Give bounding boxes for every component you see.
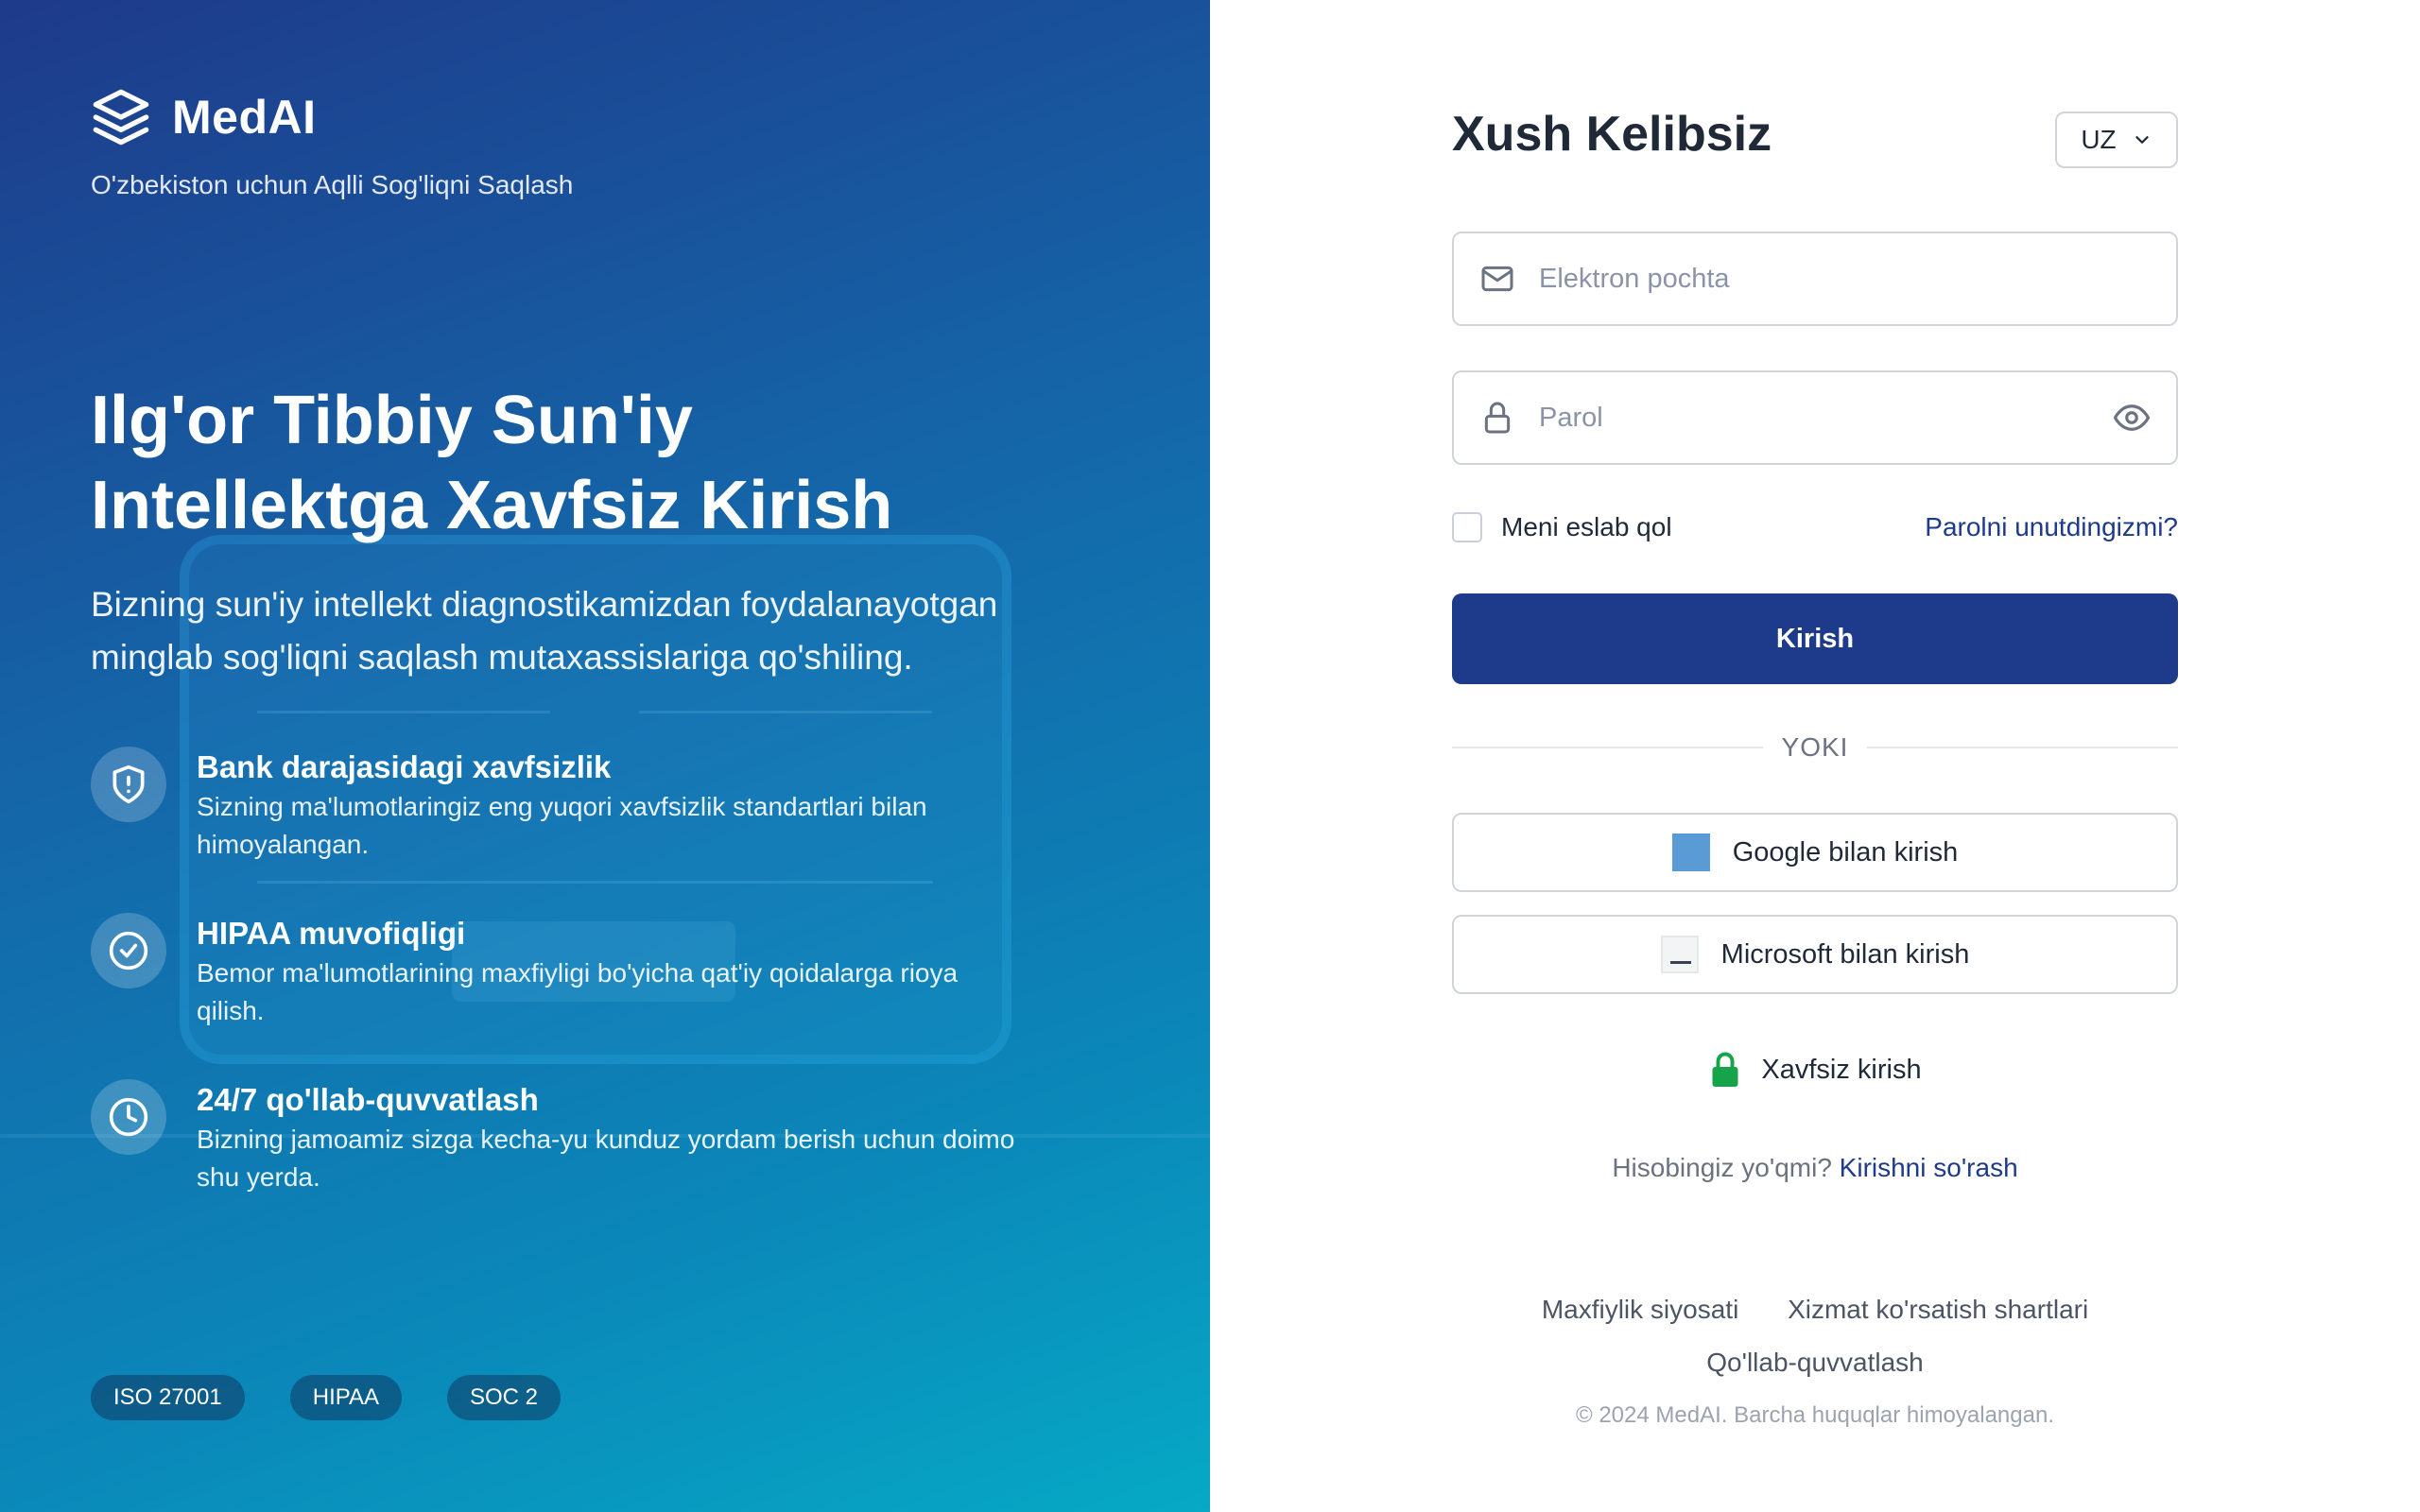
layers-logo-icon — [93, 89, 149, 146]
password-input[interactable] — [1539, 402, 2112, 434]
divider-line — [1452, 747, 1763, 748]
google-login-label: Google bilan kirish — [1732, 836, 1959, 868]
brand: MedAI — [91, 87, 317, 147]
remember-me[interactable]: Meni eslab qol — [1452, 512, 1672, 542]
microsoft-icon — [1660, 936, 1699, 973]
compliance-badges: ISO 27001 HIPAA SOC 2 — [91, 1375, 562, 1420]
footer-links: Maxfiylik siyosati Xizmat ko'rsatish sha… — [1452, 1283, 2178, 1389]
language-select[interactable]: UZ — [2055, 112, 2178, 168]
secure-login-indicator: Xavfsiz kirish — [1452, 1051, 2178, 1089]
clock-icon — [91, 1079, 166, 1155]
language-value: UZ — [2081, 125, 2117, 154]
no-account-text: Hisobingiz yo'qmi? — [1612, 1153, 1832, 1182]
hero-panel: MedAI O'zbekiston uchun Aqlli Sog'liqni … — [0, 0, 1210, 1512]
feature-description: Bizning jamoamiz sizga kecha-yu kunduz y… — [197, 1125, 1015, 1192]
feature-item: HIPAA muvofiqligi Bemor ma'lumotlarining… — [91, 913, 1074, 1030]
google-icon — [1671, 833, 1710, 871]
microsoft-login-label: Microsoft bilan kirish — [1720, 938, 1970, 970]
google-login-button[interactable]: Google bilan kirish — [1452, 813, 2178, 892]
feature-description: Bemor ma'lumotlarining maxfiyligi bo'yic… — [197, 958, 959, 1025]
feature-description: Sizning ma'lumotlaringiz eng yuqori xavf… — [197, 792, 927, 859]
hero-headline-line: Ilg'or Tibbiy Sun'iy — [91, 383, 693, 458]
hero-headline: Ilg'or Tibbiy Sun'iy Intellektga Xavfsiz… — [91, 378, 1131, 548]
mail-icon — [1481, 266, 1513, 292]
brand-tagline: O'zbekiston uchun Aqlli Sog'liqni Saqlas… — [91, 170, 574, 199]
login-button[interactable]: Kirish — [1452, 593, 2178, 684]
feature-title: HIPAA muvofiqligi — [197, 916, 466, 951]
hero-headline-line: Intellektga Xavfsiz Kirish — [91, 468, 893, 543]
page-title: Xush Kelibsiz — [1452, 107, 1772, 162]
lock-icon — [1712, 1052, 1738, 1087]
lock-icon — [1484, 402, 1511, 434]
privacy-policy-link[interactable]: Maxfiylik siyosati — [1542, 1295, 1738, 1324]
divider-label: YOKI — [1781, 732, 1849, 762]
feature-title: 24/7 qo'llab-quvvatlash — [197, 1082, 539, 1117]
remember-me-checkbox[interactable] — [1452, 512, 1482, 542]
terms-of-service-link[interactable]: Xizmat ko'rsatish shartlari — [1788, 1295, 2088, 1324]
forgot-password-link[interactable]: Parolni unutdingizmi? — [1925, 512, 2178, 542]
or-divider: YOKI — [1452, 732, 2179, 763]
microsoft-login-button[interactable]: Microsoft bilan kirish — [1452, 915, 2178, 994]
login-panel: Xush Kelibsiz UZ Elektron pochta Meni es… — [1210, 0, 2420, 1512]
background-decoration-line — [257, 881, 933, 884]
secure-login-label: Xavfsiz kirish — [1761, 1054, 1922, 1085]
divider-line — [1867, 747, 2179, 748]
password-field[interactable] — [1452, 370, 2178, 465]
support-link[interactable]: Qo'llab-quvvatlash — [1706, 1348, 1923, 1377]
background-decoration-line — [257, 711, 550, 713]
request-access: Hisobingiz yo'qmi? Kirishni so'rash — [1452, 1153, 2178, 1183]
check-circle-icon — [91, 913, 166, 988]
email-input[interactable] — [1539, 263, 2152, 295]
brand-name: MedAI — [172, 91, 317, 144]
hero-subheading: Bizning sun'iy intellekt diagnostikamizd… — [91, 585, 998, 677]
eye-icon[interactable] — [2112, 398, 2152, 438]
copyright: © 2024 MedAI. Barcha huquqlar himoyalang… — [1575, 1402, 2054, 1428]
feature-item: 24/7 qo'llab-quvvatlash Bizning jamoamiz… — [91, 1079, 1074, 1196]
chevron-down-icon — [2135, 136, 2149, 144]
feature-title: Bank darajasidagi xavfsizlik — [197, 749, 612, 784]
request-access-link[interactable]: Kirishni so'rash — [1840, 1153, 2018, 1182]
feature-item: Bank darajasidagi xavfsizlik Sizning ma'… — [91, 747, 1074, 864]
badge-soc-2: SOC 2 — [447, 1375, 562, 1420]
shield-icon — [91, 747, 166, 822]
background-decoration-line — [639, 711, 932, 713]
email-field[interactable] — [1452, 232, 2178, 326]
badge-hipaa: HIPAA — [289, 1375, 402, 1420]
badge-iso-27001: ISO 27001 — [91, 1375, 245, 1420]
remember-me-label: Meni eslab qol — [1501, 512, 1672, 541]
